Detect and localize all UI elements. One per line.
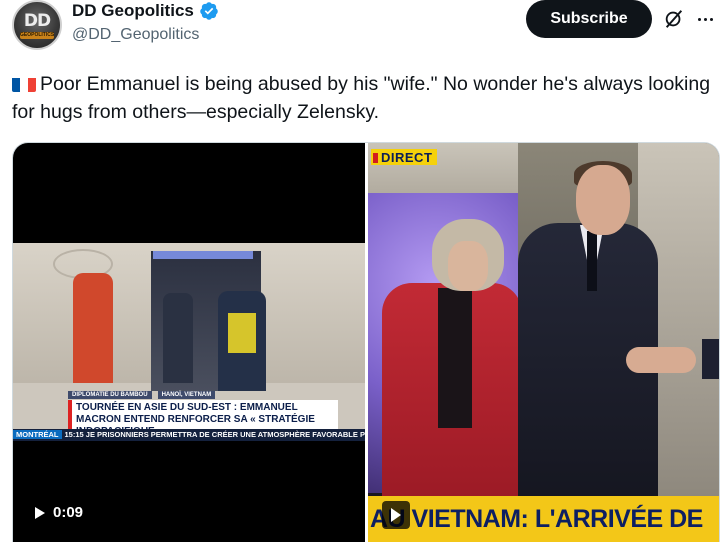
video-left[interactable]: DIPLOMATIE DU BAMBOU HANOÏ, VIETNAM TOUR… bbox=[13, 143, 365, 542]
ticker-station: MONTRÉAL bbox=[13, 430, 62, 439]
more-icon[interactable] bbox=[694, 8, 716, 30]
video-frame: DIPLOMATIE DU BAMBOU HANOÏ, VIETNAM TOUR… bbox=[13, 243, 365, 441]
video-duration: 0:09 bbox=[53, 504, 84, 521]
news-location-tag: HANOÏ, VIETNAM bbox=[157, 391, 216, 399]
news-banner: AU VIETNAM: L'ARRIVÉE DE bbox=[368, 496, 719, 542]
play-button[interactable] bbox=[382, 501, 410, 529]
live-badge: DIRECT bbox=[371, 149, 438, 165]
post-text: Poor Emmanuel is being abused by his "wi… bbox=[12, 70, 712, 126]
author-name-row: DD Geopolitics bbox=[72, 1, 219, 21]
avatar-band: GEOPOLITICS bbox=[20, 32, 55, 39]
ticker-text: JE PRISONNIERS PERMETTRA DE CRÉER UNE AT… bbox=[85, 430, 365, 439]
subscribe-button[interactable]: Subscribe bbox=[526, 0, 652, 38]
avatar[interactable]: DD GEOPOLITICS bbox=[12, 0, 62, 50]
news-banner-text: AU VIETNAM: L'ARRIVÉE DE bbox=[370, 505, 703, 533]
video-play-control[interactable]: 0:09 bbox=[35, 504, 83, 521]
news-tag: DIPLOMATIE DU BAMBOU bbox=[68, 391, 152, 399]
post-body: Poor Emmanuel is being abused by his "wi… bbox=[12, 73, 711, 123]
avatar-monogram: DD bbox=[23, 11, 51, 31]
ticker-time: 15:15 bbox=[64, 430, 84, 439]
france-flag-icon bbox=[12, 75, 36, 92]
play-icon[interactable] bbox=[35, 506, 45, 519]
author-handle[interactable]: @DD_Geopolitics bbox=[72, 26, 199, 44]
grok-icon[interactable] bbox=[663, 8, 685, 30]
video-right[interactable]: DIRECT AU VIETNAM: L'ARRIVÉE DE bbox=[368, 143, 719, 542]
play-icon[interactable] bbox=[391, 508, 401, 522]
news-ticker: MONTRÉAL 15:15 JE PRISONNIERS PERMETTRA D… bbox=[13, 429, 365, 441]
media-grid: DIPLOMATIE DU BAMBOU HANOÏ, VIETNAM TOUR… bbox=[12, 142, 720, 542]
author-display-name[interactable]: DD Geopolitics bbox=[72, 1, 194, 21]
verified-badge-icon bbox=[200, 2, 218, 20]
